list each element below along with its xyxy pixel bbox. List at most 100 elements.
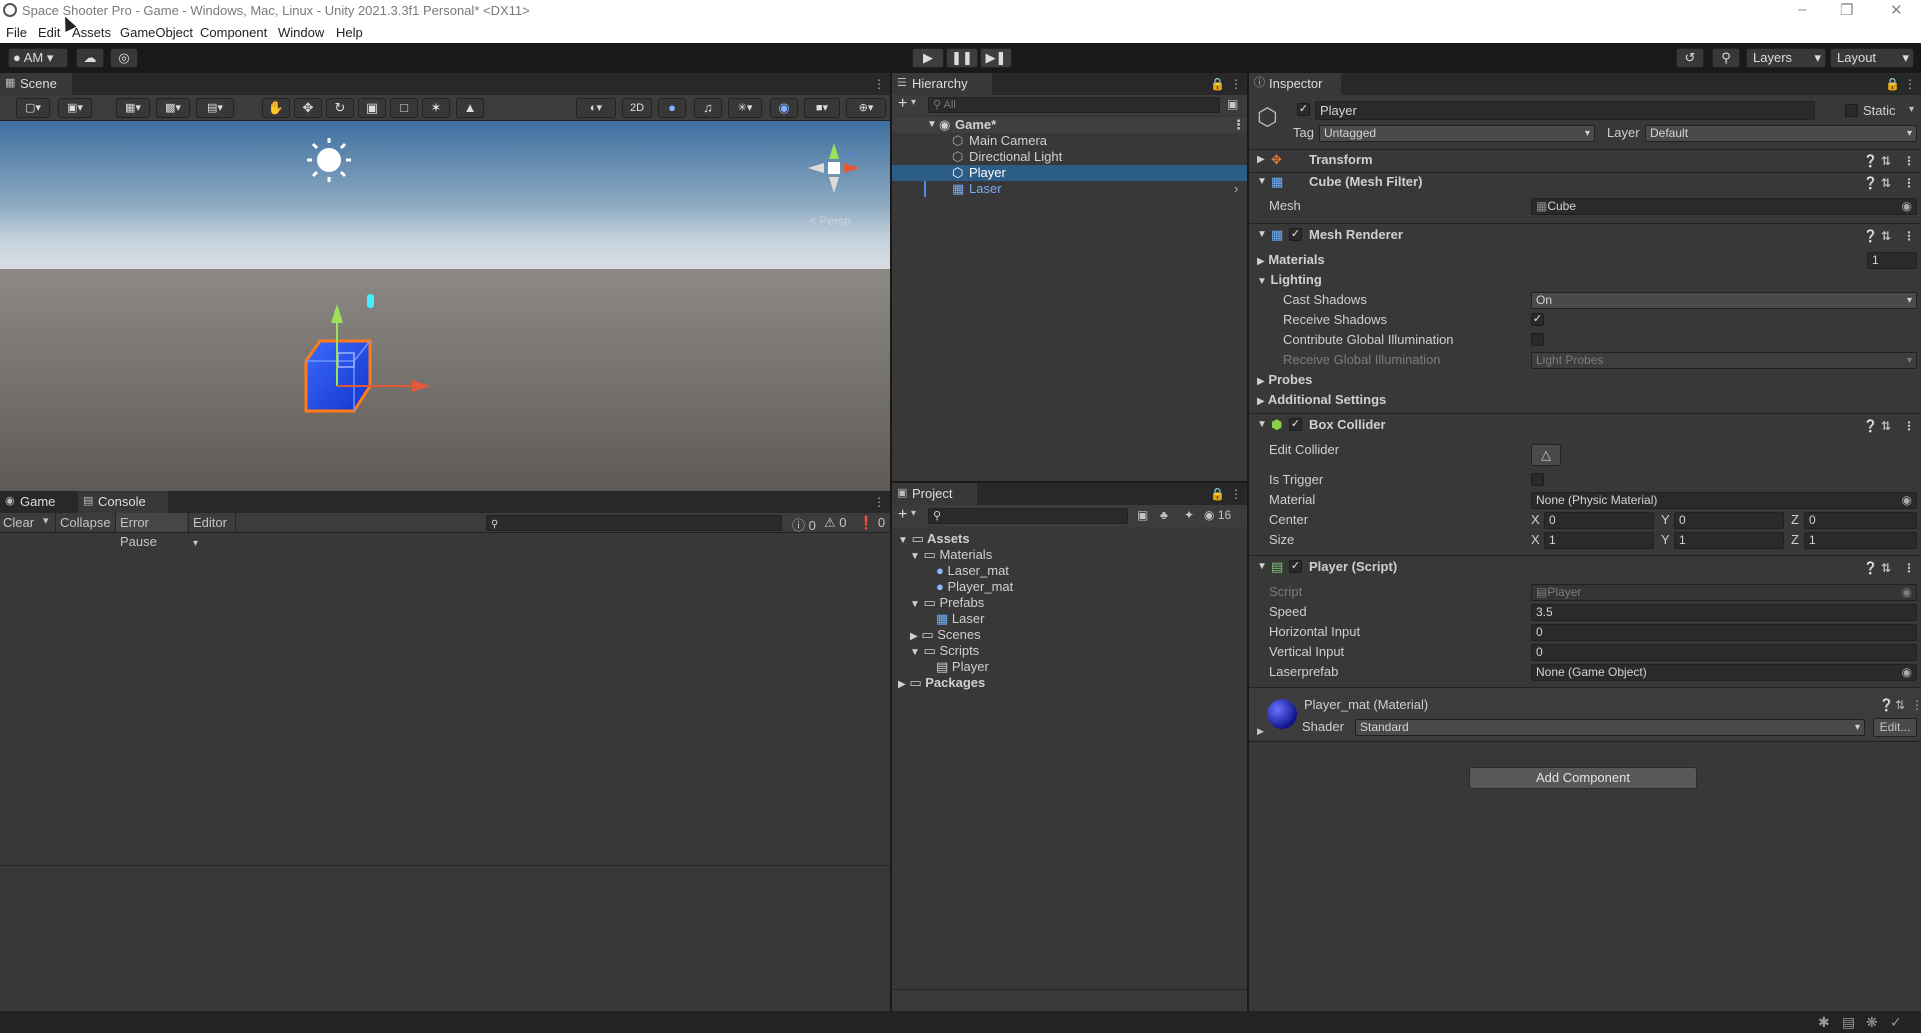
menu-window[interactable]: Window [278, 25, 324, 40]
probes-foldout[interactable]: ▶ Probes [1257, 371, 1312, 389]
grid-snap-icon[interactable]: ▦▾ [116, 98, 150, 118]
camera-icon[interactable]: ■▾ [804, 98, 840, 118]
progress-icon[interactable]: ✱ [1818, 1014, 1830, 1031]
warning-count[interactable]: ⚠ 0 [824, 515, 847, 531]
error-count[interactable]: ❗ 0 [858, 515, 885, 531]
lock-icon[interactable]: 🔒 [1885, 77, 1900, 91]
status-ok-icon[interactable]: ✓ [1890, 1014, 1902, 1031]
more-options-icon[interactable]: ⋮ [1903, 174, 1915, 192]
step-button[interactable]: ▶❚ [980, 48, 1012, 68]
expand-arrow-icon[interactable]: ▶ [1257, 151, 1265, 169]
tab-game[interactable]: ◉ Game [0, 491, 76, 513]
size-x-field[interactable]: 1 [1544, 532, 1654, 549]
more-options-icon[interactable]: ⋮ [1230, 77, 1242, 91]
expand-arrow-icon[interactable]: ▼ [898, 535, 908, 546]
expand-arrow-icon[interactable]: ▶ [898, 679, 906, 690]
cast-shadows-dropdown[interactable]: On ▾ [1531, 292, 1917, 309]
expand-arrow-icon[interactable]: ▼ [1257, 416, 1267, 434]
collab-icon[interactable]: ◎ [110, 48, 138, 68]
more-options-icon[interactable]: ⋮ [1230, 487, 1242, 501]
more-options-icon[interactable]: ⋮ [873, 77, 885, 91]
expand-arrow-icon[interactable]: ▼ [910, 599, 920, 610]
materials-foldout[interactable]: ▶ Materials [1257, 251, 1325, 269]
expand-arrow-icon[interactable]: ▼ [1257, 226, 1267, 244]
presets-icon[interactable]: ⇅ [1881, 417, 1891, 435]
chevron-down-icon[interactable]: ▾ [1909, 104, 1914, 115]
tab-hierarchy[interactable]: ☰ Hierarchy [892, 73, 992, 95]
expand-arrow-icon[interactable]: ▼ [1257, 276, 1267, 287]
box-collider-header[interactable]: ▼ ⬢ ✓ Box Collider ❔ ⇅ ⋮ [1249, 416, 1921, 436]
mode-2d-button[interactable]: 2D [622, 98, 652, 118]
error-pause-button[interactable]: Error Pause [115, 513, 187, 549]
receive-shadows-checkbox[interactable]: ✓ [1531, 313, 1544, 326]
expand-arrow-icon[interactable]: ▶ [1257, 396, 1265, 407]
mesh-field[interactable]: ▦Cube ◉ [1531, 198, 1917, 215]
project-search-input[interactable]: ⚲ [928, 508, 1128, 524]
active-checkbox[interactable]: ✓ [1297, 103, 1310, 116]
search-options-icon[interactable]: ▣ [1227, 97, 1238, 111]
menu-edit[interactable]: Edit [38, 25, 60, 40]
layers-dropdown[interactable]: Layers ▾ [1746, 48, 1826, 68]
size-y-field[interactable]: 1 [1674, 532, 1784, 549]
hand-tool-icon[interactable]: ✋ [262, 98, 290, 118]
laser-object[interactable] [367, 294, 374, 308]
center-y-field[interactable]: 0 [1674, 512, 1784, 529]
enabled-checkbox[interactable]: ✓ [1289, 228, 1302, 241]
add-icon[interactable]: + [898, 506, 907, 524]
custom-tool-icon[interactable]: ▲ [456, 98, 484, 118]
lighting-foldout[interactable]: ▼ Lighting [1257, 271, 1322, 289]
draw-mode-icon[interactable]: ▢▾ [16, 98, 50, 118]
contribute-gi-checkbox[interactable] [1531, 333, 1544, 346]
lighting-toggle-icon[interactable]: ● [658, 98, 686, 118]
tab-inspector[interactable]: ⓘ Inspector [1249, 73, 1341, 95]
play-button[interactable]: ▶ [912, 48, 944, 68]
render-mode-icon[interactable]: ◐▾ [576, 98, 616, 118]
object-picker-icon[interactable]: ◉ [1902, 199, 1912, 214]
shader-dropdown[interactable]: Standard ▾ [1355, 719, 1865, 736]
snap-icon[interactable]: ▩▾ [156, 98, 190, 118]
maximize-icon[interactable]: ❐ [1840, 1, 1853, 19]
center-x-field[interactable]: 0 [1544, 512, 1654, 529]
tab-project[interactable]: ▣ Project [892, 483, 977, 505]
size-z-field[interactable]: 1 [1804, 532, 1917, 549]
expand-arrow-icon[interactable]: ▶ [1257, 726, 1264, 737]
expand-arrow-icon[interactable]: ▼ [927, 117, 937, 133]
console-search-input[interactable]: ⚲ [486, 515, 782, 531]
chevron-down-icon[interactable]: ▾ [911, 508, 916, 519]
tree-materials[interactable]: ▼ ▭ Materials [910, 547, 992, 563]
additional-settings-foldout[interactable]: ▶ Additional Settings [1257, 391, 1386, 409]
layer-dropdown[interactable]: Default ▾ [1645, 125, 1917, 142]
menu-gameobject[interactable]: GameObject [120, 25, 193, 40]
menu-assets[interactable]: Assets [72, 25, 111, 40]
hierarchy-search-input[interactable]: ⚲ All [928, 97, 1220, 113]
help-icon[interactable]: ❔ [1863, 152, 1878, 170]
static-checkbox[interactable] [1845, 104, 1858, 117]
more-options-icon[interactable]: ⋮ [1904, 77, 1916, 91]
hierarchy-item[interactable]: ⬡ Main Camera [892, 133, 1247, 149]
hierarchy-item[interactable]: ⬡ Directional Light [892, 149, 1247, 165]
cloud-icon[interactable]: ☁ [76, 48, 104, 68]
hierarchy-item-selected[interactable]: ⬡ Player [892, 165, 1247, 181]
gizmos-icon[interactable]: ⊕▾ [846, 98, 886, 118]
lock-icon[interactable]: 🔒 [1210, 487, 1225, 501]
help-icon[interactable]: ❔ [1863, 417, 1878, 435]
mesh-renderer-header[interactable]: ▼ ▦ ✓ Mesh Renderer ❔ ⇅ ⋮ [1249, 226, 1921, 246]
shader-edit-button[interactable]: Edit... [1873, 718, 1917, 737]
enabled-checkbox[interactable]: ✓ [1289, 418, 1302, 431]
presets-icon[interactable]: ⇅ [1895, 698, 1905, 712]
tree-player-script[interactable]: ▤ Player [936, 659, 989, 675]
scene-viewport[interactable]: < Persp [0, 121, 890, 491]
increment-snap-icon[interactable]: ▤▾ [196, 98, 234, 118]
materials-count-field[interactable]: 1 [1867, 252, 1917, 269]
menu-file[interactable]: File [6, 25, 27, 40]
cache-icon[interactable]: ▤ [1842, 1014, 1855, 1031]
lock-icon[interactable]: 🔒 [1210, 77, 1225, 91]
more-options-icon[interactable]: ⋮ [1903, 227, 1915, 245]
chevron-right-icon[interactable]: › [1234, 181, 1238, 197]
chevron-down-icon[interactable]: ▾ [43, 514, 49, 527]
more-options-icon[interactable]: ⋮ [1232, 117, 1245, 133]
minimize-icon[interactable]: – [1798, 1, 1806, 18]
tree-packages[interactable]: ▶ ▭ Packages [898, 675, 985, 691]
tag-dropdown[interactable]: Untagged ▾ [1319, 125, 1595, 142]
object-picker-icon[interactable]: ◉ [1902, 493, 1912, 508]
